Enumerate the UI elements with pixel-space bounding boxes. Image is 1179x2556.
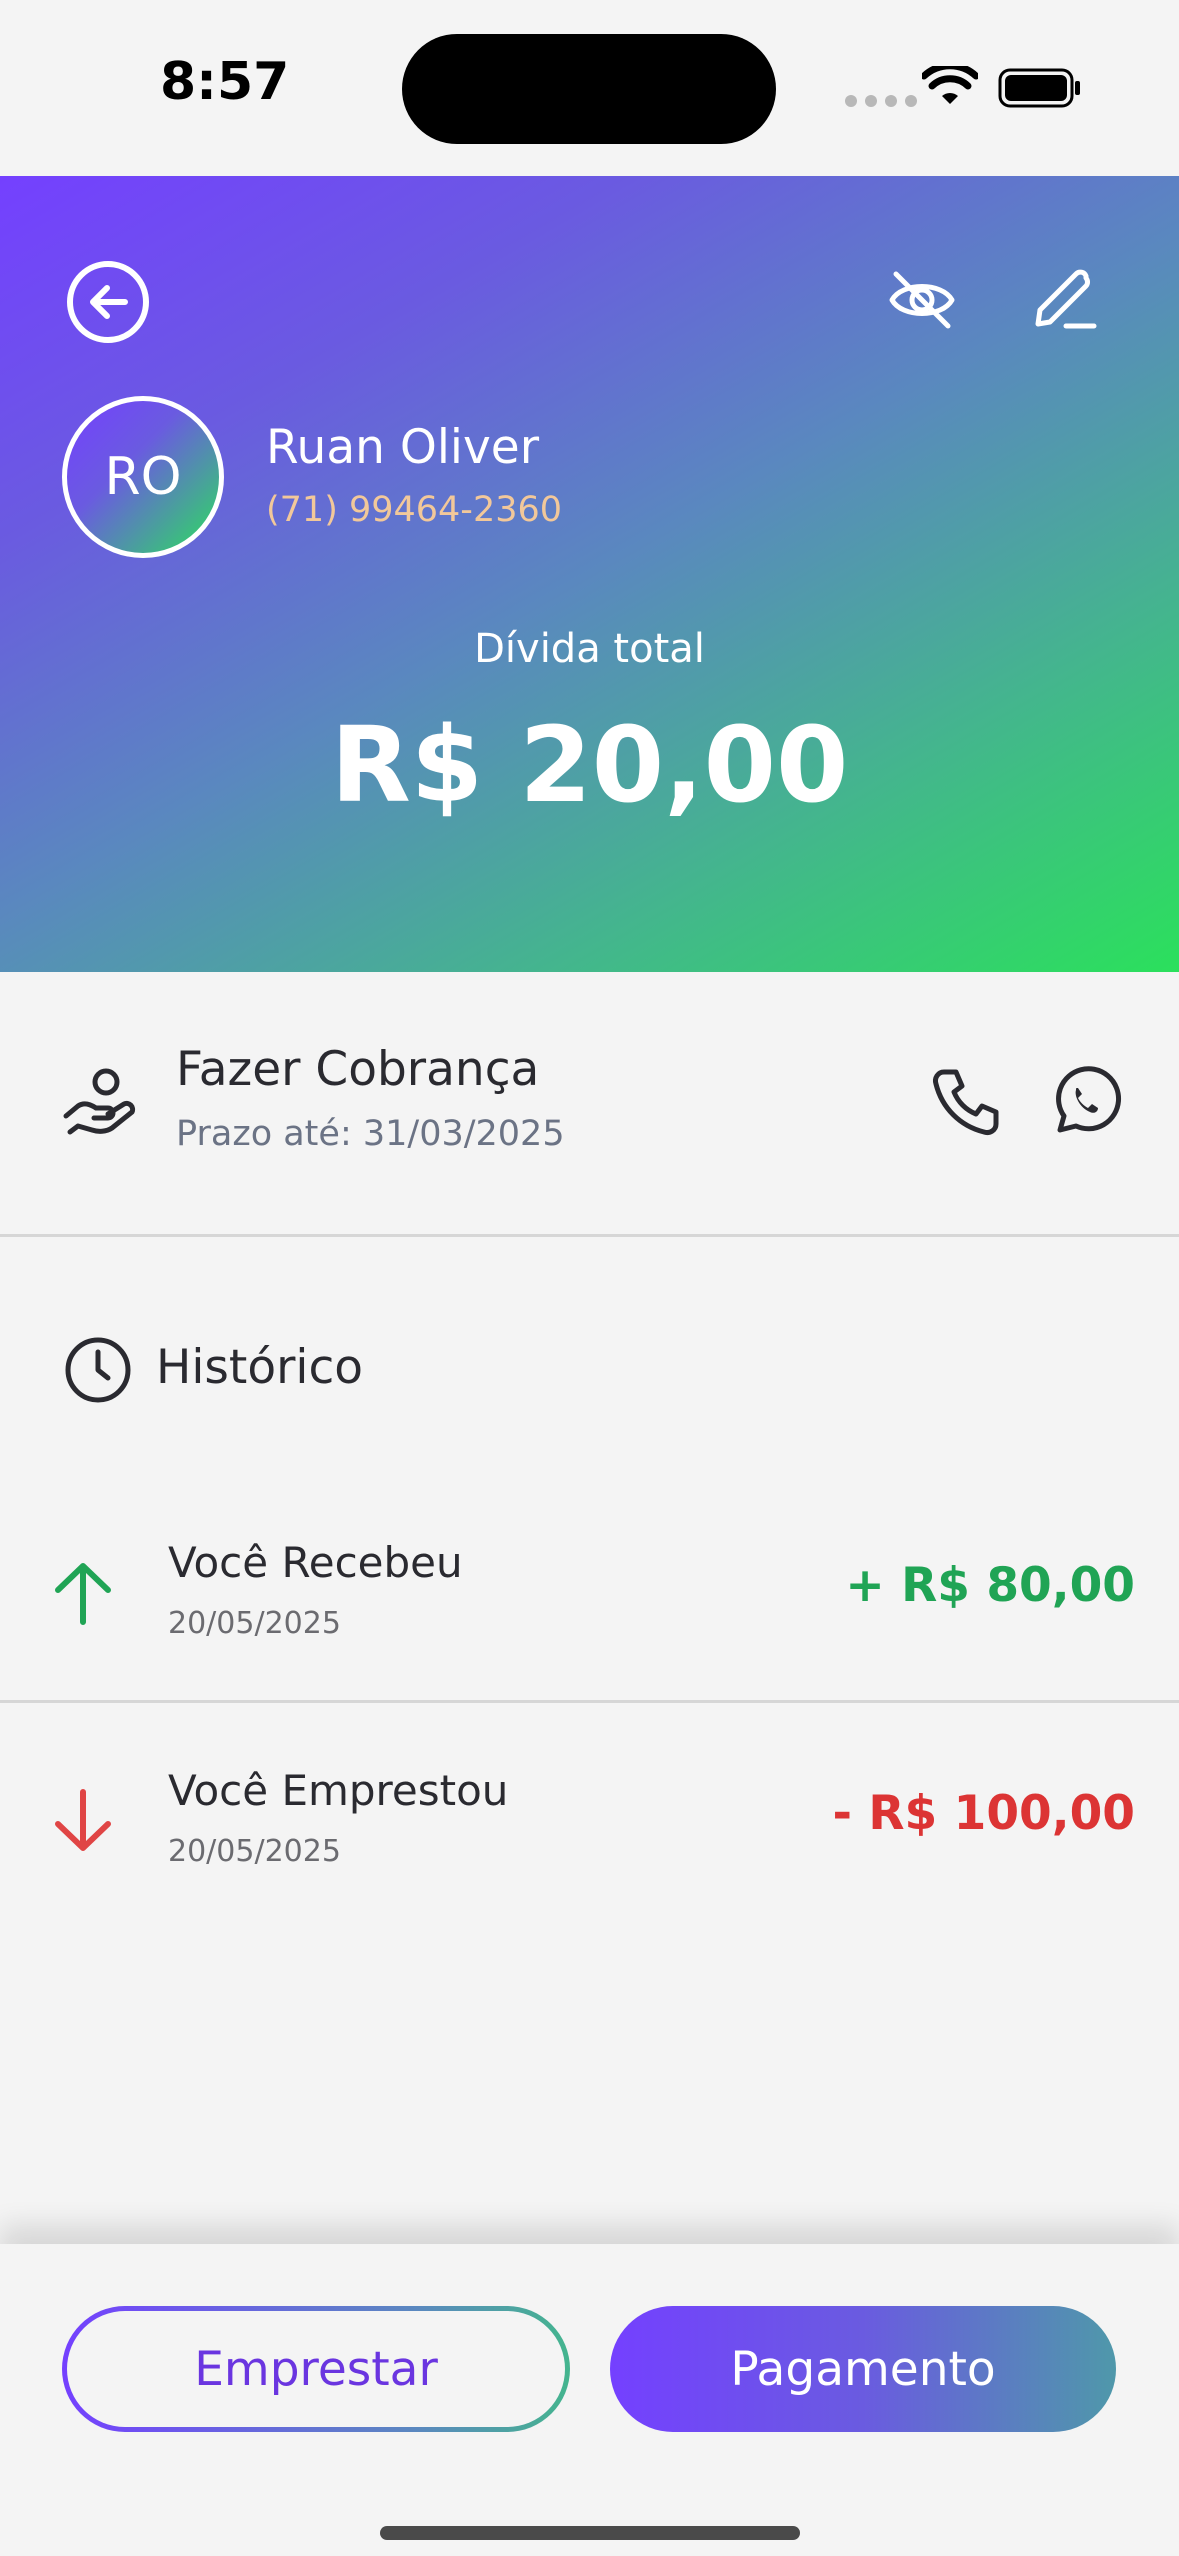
contact-phone: (71) 99464-2360	[266, 490, 563, 530]
debt-total-value: R$ 20,00	[330, 704, 849, 826]
cellular-signal-icon	[845, 95, 917, 107]
collection-section: Fazer Cobrança Prazo até: 31/03/2025	[0, 972, 1179, 1237]
history-item-amount: + R$ 80,00	[845, 1558, 1135, 1613]
dynamic-island	[402, 34, 776, 144]
lend-button-label: Emprestar	[67, 2311, 565, 2427]
arrow-down-icon	[55, 1789, 111, 1851]
hand-coin-icon	[63, 1068, 136, 1135]
back-button[interactable]	[62, 256, 154, 348]
contact-header: RO Ruan Oliver (71) 99464-2360 Dívida to…	[0, 176, 1179, 972]
payment-button[interactable]: Pagamento	[610, 2306, 1116, 2432]
lend-button[interactable]: Emprestar	[62, 2306, 570, 2432]
contact-name: Ruan Oliver	[266, 420, 540, 475]
battery-icon	[998, 68, 1080, 108]
call-button[interactable]	[926, 1062, 1006, 1142]
history-item-date: 20/05/2025	[168, 1606, 341, 1641]
whatsapp-icon	[1056, 1066, 1122, 1133]
phone-icon	[933, 1069, 999, 1135]
history-item-amount: - R$ 100,00	[832, 1786, 1136, 1841]
wifi-icon	[922, 66, 978, 104]
home-indicator[interactable]	[380, 2526, 800, 2540]
collection-title[interactable]: Fazer Cobrança	[176, 1042, 539, 1097]
collection-deadline: Prazo até: 31/03/2025	[176, 1114, 565, 1154]
history-item-title: Você Emprestou	[168, 1766, 509, 1815]
clock-icon	[65, 1337, 131, 1403]
hide-balance-button[interactable]	[882, 260, 962, 340]
status-bar: 8:57	[0, 0, 1179, 176]
bottom-action-bar: Emprestar Pagamento	[0, 2244, 1179, 2556]
whatsapp-button[interactable]	[1046, 1062, 1126, 1142]
eye-off-icon	[889, 271, 955, 329]
history-title: Histórico	[156, 1340, 364, 1395]
history-item-title: Você Recebeu	[168, 1538, 463, 1587]
status-time: 8:57	[160, 52, 290, 112]
debt-label: Dívida total	[474, 626, 705, 672]
avatar: RO	[62, 396, 224, 558]
pencil-icon	[1035, 269, 1097, 329]
arrow-up-icon	[55, 1563, 111, 1625]
history-item-date: 20/05/2025	[168, 1834, 341, 1869]
edit-button[interactable]	[1024, 258, 1104, 338]
history-item[interactable]: Você Emprestou 20/05/2025 - R$ 100,00	[0, 1706, 1179, 1931]
arrow-left-circle-icon	[67, 261, 149, 343]
history-item[interactable]: Você Recebeu 20/05/2025 + R$ 80,00	[0, 1478, 1179, 1703]
